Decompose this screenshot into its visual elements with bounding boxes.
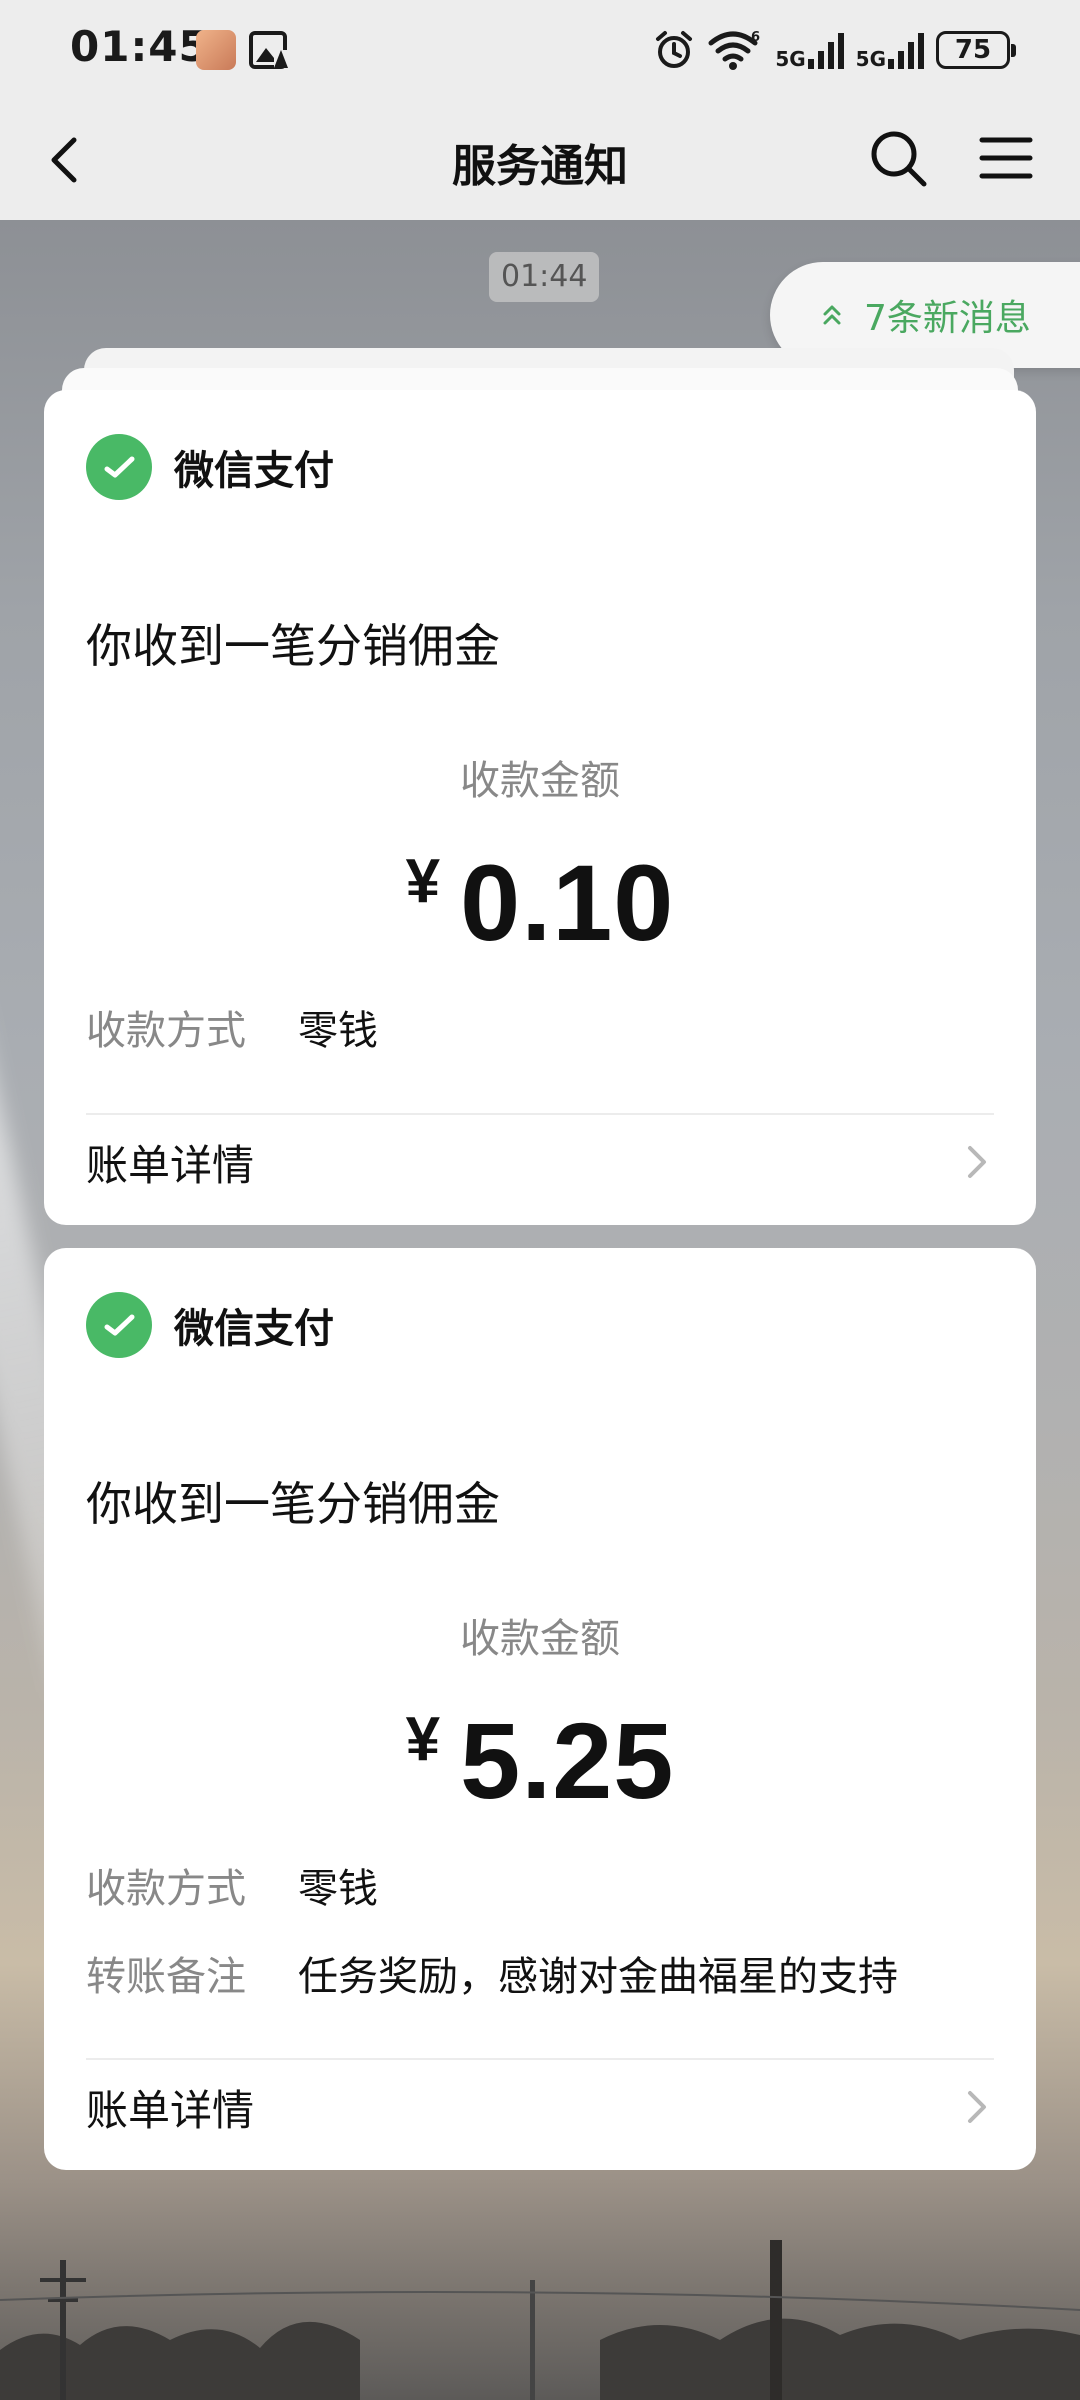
currency-symbol: ¥ (405, 847, 441, 916)
background-trees (0, 2240, 1080, 2400)
info-key: 收款方式 (86, 1866, 246, 1912)
info-key: 转账备注 (86, 1954, 246, 2000)
image-notification-icon (249, 31, 288, 69)
chevron-right-icon (968, 1146, 986, 1178)
signal-bars-icon (807, 33, 844, 69)
search-icon[interactable] (866, 126, 930, 190)
network-type-2: 5G (855, 47, 886, 71)
wechat-pay-icon (86, 434, 152, 500)
screen: 01:45 6 5G 5G 75 服务通知 01:44 7条新消息 微信支付 你… (0, 0, 1080, 2400)
payment-card[interactable]: 微信支付 你收到一笔分销佣金 收款金额 ¥0.10 收款方式 零钱 账单详情 (44, 390, 1036, 1225)
status-icons: 6 5G 5G 75 (653, 26, 1016, 74)
card-header: 微信支付 (86, 1292, 334, 1358)
bill-detail-row[interactable]: 账单详情 (86, 2062, 994, 2152)
wechat-pay-icon (86, 1292, 152, 1358)
alarm-icon (656, 31, 693, 68)
chevron-right-icon (968, 2091, 986, 2123)
currency-symbol: ¥ (405, 1705, 441, 1774)
bill-detail-label: 账单详情 (86, 2085, 255, 2135)
bill-detail-label: 账单详情 (86, 1140, 255, 1190)
card-title: 你收到一笔分销佣金 (86, 619, 500, 673)
card-header: 微信支付 (86, 434, 334, 500)
info-value: 零钱 (298, 1008, 378, 1054)
info-row: 转账备注 任务奖励，感谢对金曲福星的支持 (86, 1944, 898, 2002)
status-bar: 01:45 6 5G 5G 75 (0, 0, 1080, 100)
payment-source: 微信支付 (174, 1306, 334, 1352)
divider (86, 2058, 994, 2060)
wifi-icon: 6 (708, 30, 760, 70)
info-row: 收款方式 零钱 (86, 998, 378, 1056)
info-value: 零钱 (298, 1866, 378, 1912)
amount-value: ¥5.25 (44, 1698, 1036, 1823)
battery-level: 75 (954, 35, 992, 65)
network-type-1: 5G (775, 47, 806, 71)
wifi-label: 6 (751, 30, 760, 45)
battery-indicator: 75 (936, 31, 1016, 69)
amount-number: 0.10 (460, 842, 675, 963)
payment-source: 微信支付 (174, 448, 334, 494)
notification-avatar-icon (196, 30, 236, 70)
new-messages-label: 7条新消息 (864, 298, 1031, 339)
bill-detail-row[interactable]: 账单详情 (86, 1117, 994, 1207)
menu-icon[interactable] (976, 128, 1036, 188)
double-chevron-up-icon (823, 305, 841, 325)
amount-label: 收款金额 (460, 1616, 620, 1662)
amount-label: 收款金额 (460, 758, 620, 804)
divider (86, 1113, 994, 1115)
info-row: 收款方式 零钱 (86, 1856, 378, 1914)
message-timestamp: 01:44 (489, 252, 600, 302)
amount-number: 5.25 (460, 1700, 675, 1821)
payment-card[interactable]: 微信支付 你收到一笔分销佣金 收款金额 ¥5.25 收款方式 零钱 转账备注 任… (44, 1248, 1036, 2170)
amount-value: ¥0.10 (44, 840, 1036, 965)
nav-bar: 服务通知 (0, 100, 1080, 220)
card-title: 你收到一笔分销佣金 (86, 1477, 500, 1531)
signal-1: 5G (775, 31, 844, 71)
info-value: 任务奖励，感谢对金曲福星的支持 (298, 1954, 898, 2000)
signal-2: 5G (856, 31, 924, 69)
status-time: 01:45 (70, 22, 209, 71)
info-key: 收款方式 (86, 1008, 246, 1054)
signal-bars-icon (888, 33, 924, 69)
